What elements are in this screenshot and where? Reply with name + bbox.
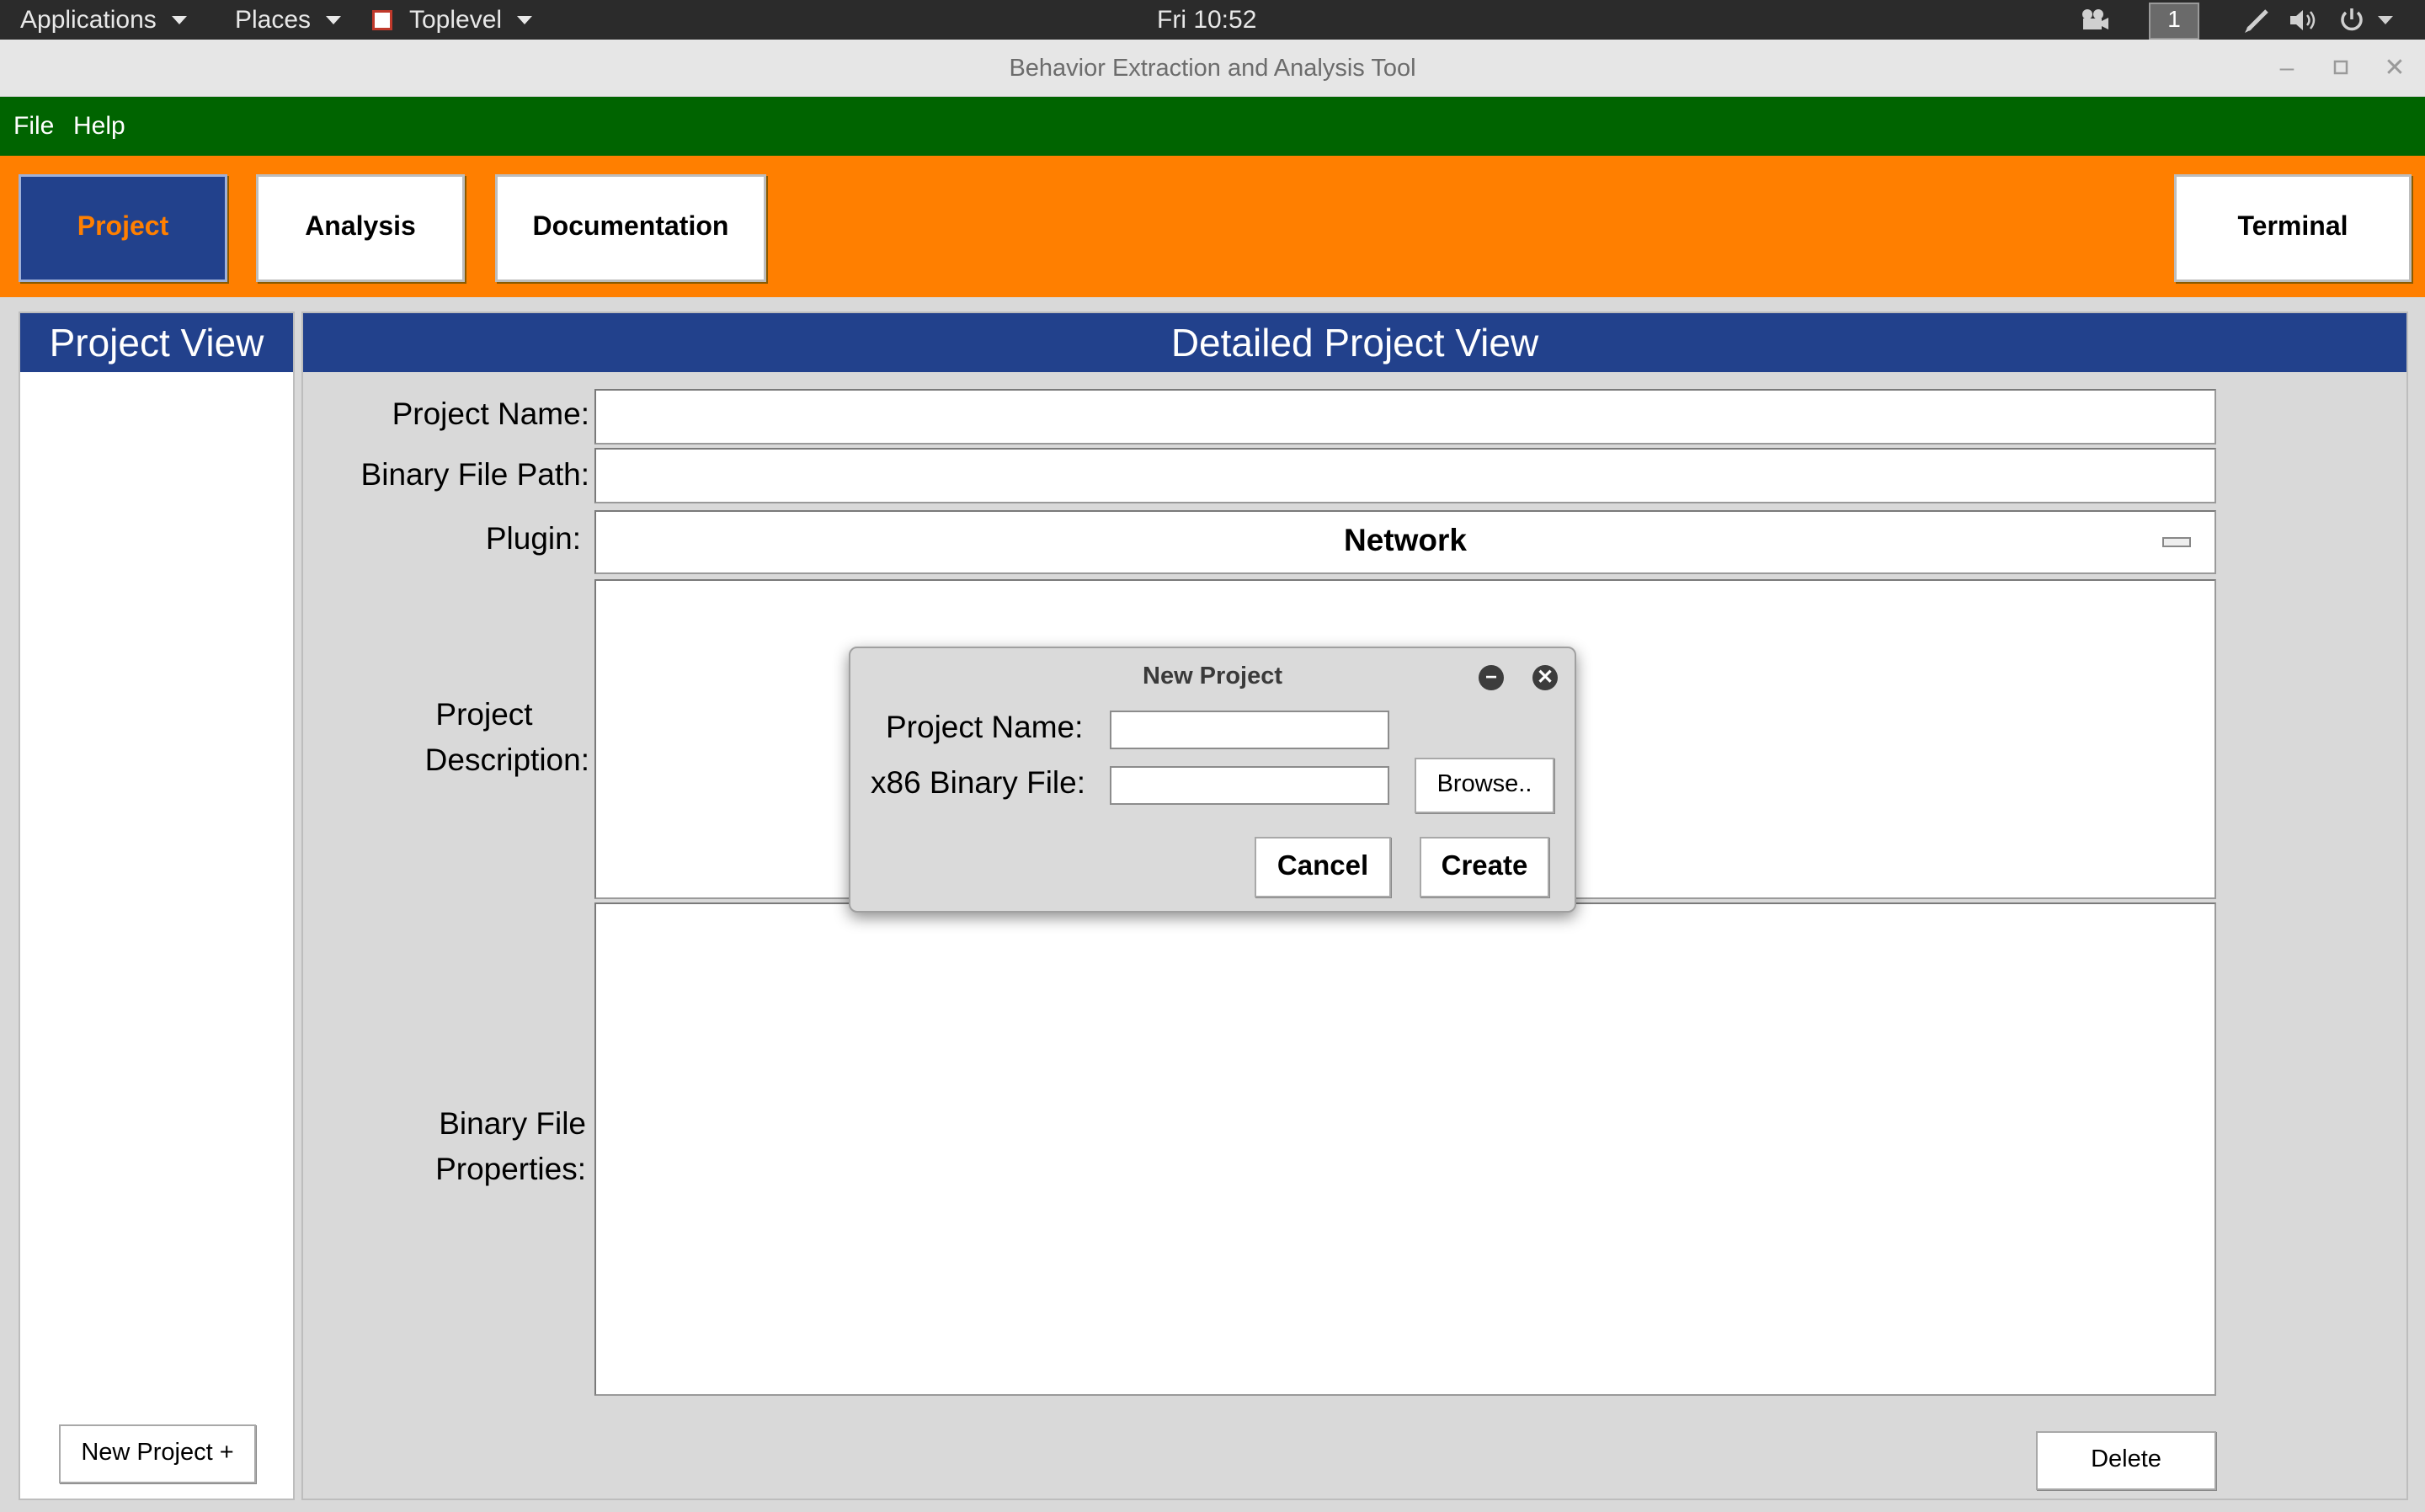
new-project-dialog: New Project − ✕ Project Name: x86 Binary… — [849, 647, 1576, 913]
pen-icon[interactable] — [2243, 0, 2272, 40]
menu-help[interactable]: Help — [73, 97, 125, 156]
plugin-select[interactable]: Network — [594, 510, 2216, 574]
applications-label: Applications — [20, 6, 157, 34]
cancel-button[interactable]: Cancel — [1255, 837, 1391, 897]
power-menu[interactable] — [2337, 0, 2393, 40]
tab-terminal[interactable]: Terminal — [2174, 174, 2412, 282]
clock[interactable]: Fri 10:52 — [1157, 0, 1256, 40]
system-top-bar: Applications Places Toplevel Fri 10:52 1 — [0, 0, 2425, 40]
places-menu[interactable]: Places — [235, 0, 342, 40]
menu-bar: File Help — [0, 97, 2425, 156]
maximize-icon[interactable] — [2327, 55, 2354, 82]
tab-analysis[interactable]: Analysis — [256, 174, 465, 282]
detailed-project-view-header: Detailed Project View — [303, 313, 2406, 372]
option-menu-indicator-icon — [2162, 537, 2191, 547]
binary-file-properties-label: Binary File Properties: — [303, 1101, 586, 1192]
tab-documentation[interactable]: Documentation — [495, 174, 766, 282]
create-button[interactable]: Create — [1420, 837, 1549, 897]
binary-file-path-label: Binary File Path: — [360, 457, 589, 492]
project-name-field[interactable] — [594, 389, 2216, 445]
applications-menu[interactable]: Applications — [20, 0, 187, 40]
dialog-binary-file-input[interactable] — [1110, 766, 1389, 805]
browse-button[interactable]: Browse.. — [1415, 758, 1554, 813]
chevron-down-icon — [2378, 15, 2393, 24]
dialog-project-name-label: Project Name: — [886, 710, 1084, 744]
workspace-indicator[interactable]: 1 — [2149, 3, 2199, 40]
project-list[interactable] — [20, 372, 293, 1398]
places-label: Places — [235, 6, 312, 34]
dialog-title: New Project — [1143, 663, 1282, 689]
dialog-binary-file-label: x86 Binary File: — [871, 765, 1085, 800]
binary-file-path-field[interactable] — [594, 448, 2216, 503]
dialog-project-name-input[interactable] — [1110, 711, 1389, 749]
chevron-down-icon — [171, 15, 187, 24]
dialog-close-icon[interactable]: ✕ — [1532, 665, 1558, 690]
plugin-selected-value: Network — [1344, 523, 1467, 557]
dialog-minimize-icon[interactable]: − — [1479, 665, 1504, 690]
project-description-label-line1: Project — [435, 697, 533, 732]
video-icon[interactable] — [2080, 0, 2110, 40]
window-title-bar: Behavior Extraction and Analysis Tool – … — [0, 40, 2425, 97]
binary-file-properties-label-line1: Binary File — [439, 1106, 586, 1141]
toplevel-menu[interactable]: Toplevel — [372, 0, 533, 40]
project-description-label: Project Description: — [303, 692, 589, 783]
delete-button[interactable]: Delete — [2036, 1431, 2216, 1490]
project-view-header: Project View — [20, 313, 293, 372]
chevron-down-icon — [517, 15, 533, 24]
power-icon — [2341, 8, 2363, 30]
plugin-label: Plugin: — [485, 521, 581, 556]
app-window-icon — [372, 9, 392, 30]
minimize-icon[interactable]: – — [2273, 55, 2300, 82]
main-toolbar: Project Analysis Documentation Terminal — [0, 156, 2425, 297]
project-view-panel: Project View New Project + — [19, 311, 295, 1500]
menu-file[interactable]: File — [13, 97, 54, 156]
binary-file-properties-area[interactable] — [594, 902, 2216, 1396]
tab-project[interactable]: Project — [19, 174, 227, 282]
project-name-label: Project Name: — [392, 397, 589, 431]
new-project-button[interactable]: New Project + — [59, 1424, 256, 1483]
close-icon[interactable]: ✕ — [2381, 55, 2408, 82]
window-title: Behavior Extraction and Analysis Tool — [1009, 55, 1416, 82]
chevron-down-icon — [326, 15, 342, 24]
toplevel-label: Toplevel — [409, 6, 503, 34]
volume-icon[interactable] — [2289, 0, 2321, 40]
binary-file-properties-label-line2: Properties: — [435, 1152, 586, 1186]
project-description-label-line2: Description: — [424, 743, 589, 777]
